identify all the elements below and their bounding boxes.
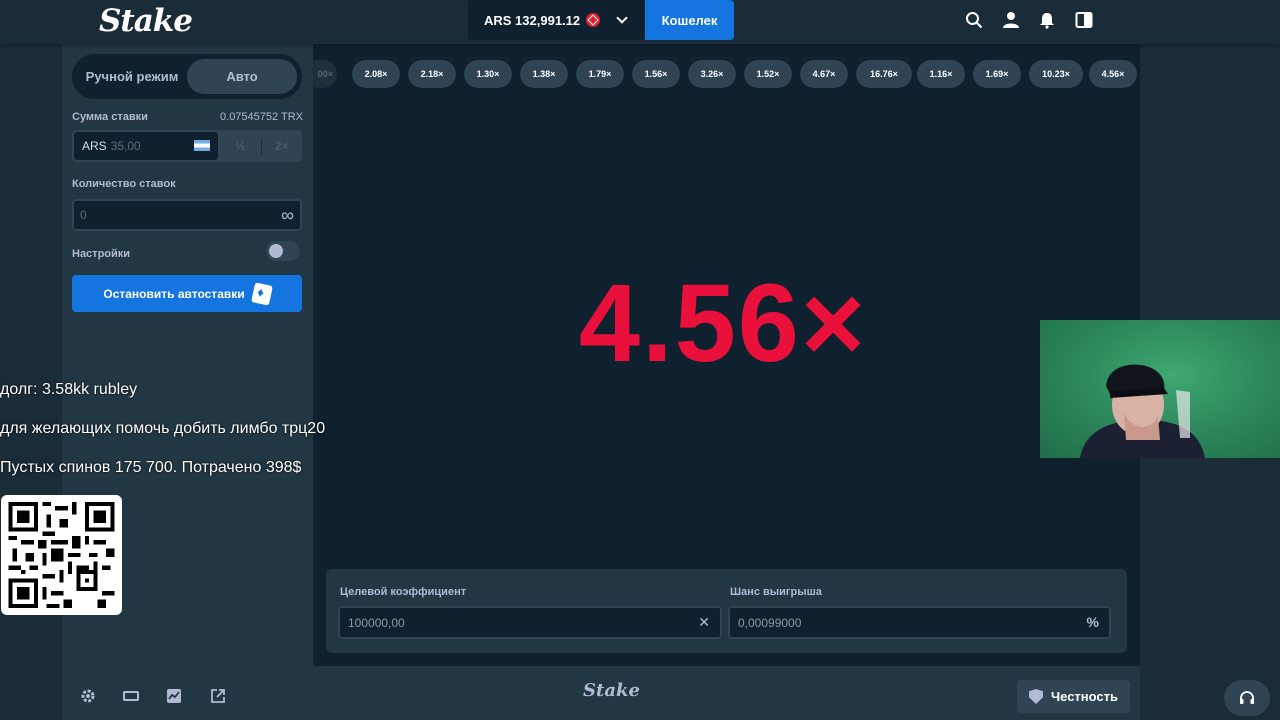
footer-logo: Stake — [583, 680, 640, 701]
history-pill: 16.76× — [856, 60, 912, 88]
cards-icon — [250, 281, 273, 306]
bet-currency: ARS — [82, 139, 107, 153]
win-chance-value: 0,00099000 — [738, 615, 802, 630]
stop-autobet-button[interactable]: Остановить автоставки — [72, 275, 302, 312]
history-pill: 3.26× — [688, 60, 736, 88]
argentina-flag-icon — [194, 140, 210, 151]
wallet-button[interactable]: Кошелек — [645, 0, 734, 40]
settings-label: Настройки — [72, 248, 131, 260]
user-icon[interactable] — [1002, 11, 1020, 29]
bet-amount-row: ARS 35,00 ½ 2× — [72, 130, 302, 162]
history-pill: 1.52× — [744, 60, 792, 88]
history-pill: 1.30× — [464, 60, 512, 88]
history-pill: 10.23× — [1029, 60, 1083, 88]
bet-amount-value: 35,00 — [110, 139, 141, 153]
bet-count-label: Количество ставок — [72, 178, 176, 190]
double-bet-button[interactable]: 2× — [262, 130, 303, 162]
stake-logo[interactable]: Stake — [99, 3, 193, 39]
mode-toggle: Ручной режим Авто — [72, 54, 302, 99]
target-multiplier-label: Целевой коэффициент — [340, 586, 467, 598]
limbo-inputs-panel: Целевой коэффициент 100000,00 ✕ Шанс выи… — [326, 569, 1127, 653]
game-footer: Stake Честность — [62, 666, 1140, 720]
bet-count-input[interactable]: 0 ∞ — [72, 199, 302, 231]
fairness-button[interactable]: Честность — [1017, 680, 1130, 713]
history-pill: 1.16× — [917, 60, 965, 88]
shield-icon — [1029, 689, 1043, 704]
webcam-feed — [1040, 320, 1280, 458]
bet-count-value: 0 — [80, 208, 87, 222]
tab-auto[interactable]: Авто — [187, 59, 297, 94]
support-button[interactable] — [1224, 680, 1270, 716]
win-chance-label: Шанс выигрыша — [730, 586, 822, 598]
qr-code — [1, 495, 122, 615]
balance-selector[interactable]: ARS 132,991.12 — [468, 0, 644, 40]
half-bet-button[interactable]: ½ — [220, 130, 261, 162]
target-multiplier-value: 100000,00 — [348, 615, 405, 630]
notifications-icon[interactable] — [1038, 11, 1056, 29]
history-pill: 2.08× — [352, 60, 400, 88]
history-pill: 1.38× — [520, 60, 568, 88]
streamer-image — [1080, 364, 1205, 458]
toggle-knob — [269, 244, 283, 258]
settings-icon[interactable] — [80, 688, 96, 704]
donation-caption: для желающих помочь добить лимбо трц20 — [0, 420, 326, 437]
stop-autobet-label: Остановить автоставки — [103, 286, 245, 301]
tron-icon — [586, 13, 601, 27]
infinity-icon[interactable]: ∞ — [281, 205, 294, 226]
bet-amount-crypto: 0.07545752 TRX — [220, 111, 303, 123]
clear-icon[interactable]: ✕ — [698, 614, 710, 631]
history-pill: 2.18× — [408, 60, 456, 88]
settings-toggle[interactable] — [266, 241, 300, 261]
search-icon[interactable] — [965, 11, 983, 29]
debt-caption: долг: 3.58kk rubley — [0, 381, 138, 398]
history-pill: 4.67× — [800, 60, 848, 88]
qr-code-image — [8, 502, 115, 608]
top-bar: Stake ARS 132,991.12 Кошелек — [0, 0, 1280, 44]
fairness-label: Честность — [1051, 689, 1118, 704]
target-multiplier-input[interactable]: 100000,00 ✕ — [338, 606, 722, 639]
result-history: 00× 2.08× 2.18× 1.30× 1.38× 1.79× 1.56× … — [313, 60, 1140, 88]
history-pill: 1.69× — [973, 60, 1021, 88]
sidebar-toggle-icon[interactable] — [1075, 11, 1093, 29]
history-pill: 4.56× — [1089, 60, 1137, 88]
history-pill: 1.56× — [632, 60, 680, 88]
win-chance-input[interactable]: 0,00099000 % — [728, 606, 1111, 639]
limbo-game-area: 00× 2.08× 2.18× 1.30× 1.38× 1.79× 1.56× … — [313, 44, 1140, 666]
stats-icon[interactable] — [166, 688, 182, 704]
theatre-mode-icon[interactable] — [123, 688, 139, 704]
bet-amount-input[interactable]: ARS 35,00 — [74, 132, 218, 160]
headset-icon — [1240, 691, 1254, 704]
result-multiplier: 4.56× — [578, 262, 868, 385]
percent-icon: % — [1086, 614, 1099, 630]
bet-amount-label: Сумма ставки — [72, 111, 148, 123]
history-pill: 1.79× — [576, 60, 624, 88]
chevron-down-icon — [616, 12, 628, 24]
tab-manual[interactable]: Ручной режим — [77, 59, 187, 94]
balance-amount: ARS 132,991.12 — [484, 12, 581, 28]
popout-icon[interactable] — [210, 688, 226, 704]
spins-caption: Пустых спинов 175 700. Потрачено 398$ — [0, 459, 302, 476]
history-pill: 00× — [313, 60, 337, 88]
